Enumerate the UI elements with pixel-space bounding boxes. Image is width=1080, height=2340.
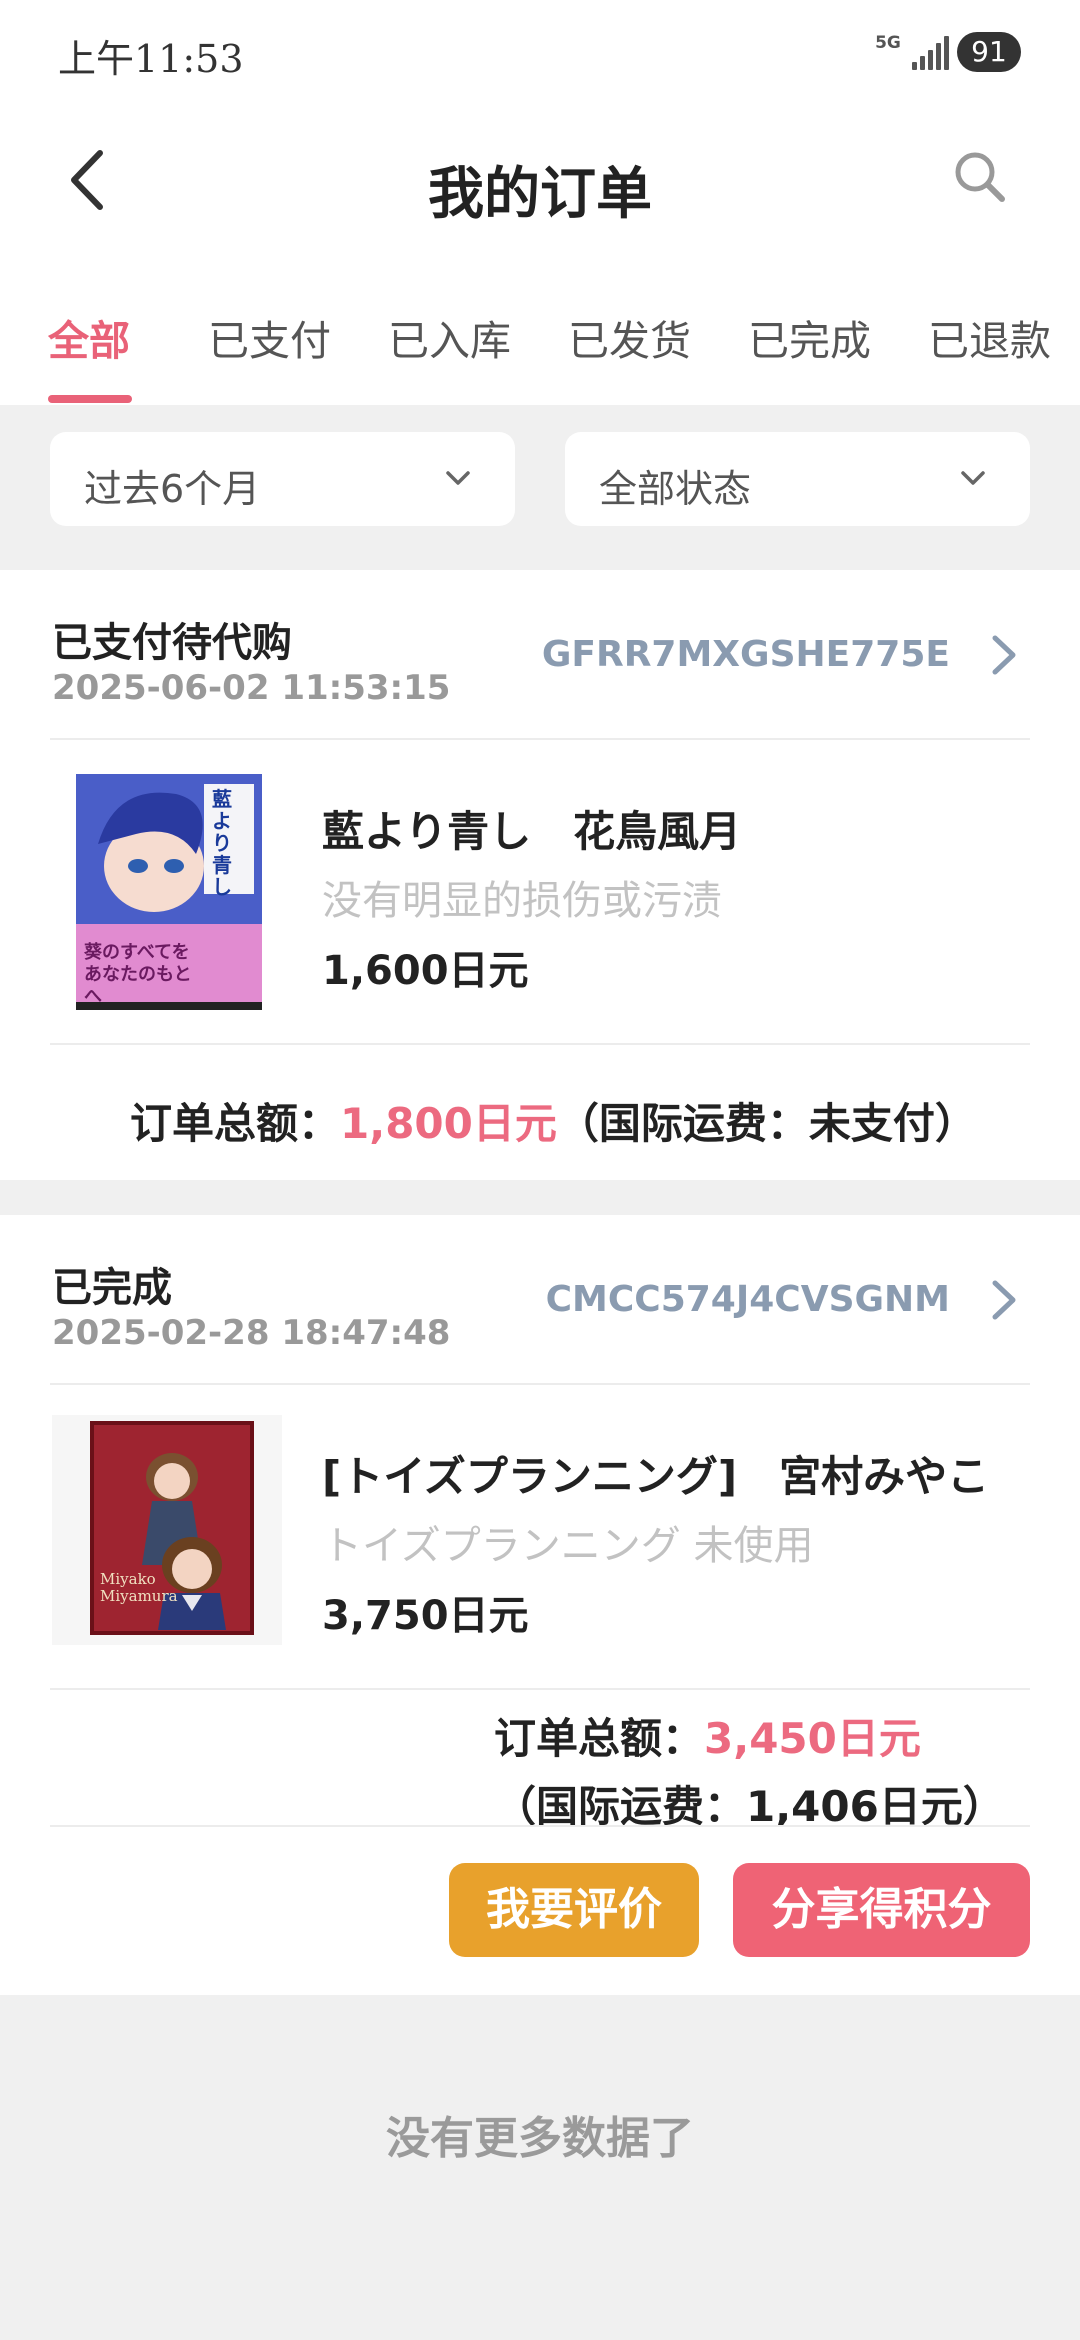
thumbnail-caption: Miyako Miyamura bbox=[100, 1570, 178, 1605]
divider bbox=[50, 1043, 1030, 1045]
order-card: 已支付待代购 2025-06-02 11:53:15 GFRR7MXGSHE77… bbox=[0, 570, 1080, 1180]
order-total-label: 订单总额： bbox=[130, 1099, 341, 1148]
no-more-data-text: 没有更多数据了 bbox=[386, 2113, 694, 2164]
network-indicator: 5G bbox=[875, 33, 901, 53]
thumbnail-title: 藍より青し bbox=[212, 787, 232, 899]
active-tab-indicator bbox=[48, 395, 132, 403]
order-date: 2025-02-28 18:47:48 bbox=[52, 1313, 451, 1353]
tab-in-warehouse[interactable]: 已入库 bbox=[388, 307, 511, 367]
item-thumbnail[interactable]: 藍より青し 葵のすべてを あなたのもとへ bbox=[76, 774, 262, 1010]
review-button[interactable]: 我要评价 bbox=[449, 1863, 699, 1957]
order-id-link[interactable]: GFRR7MXGSHE775E bbox=[542, 634, 950, 675]
search-icon[interactable] bbox=[950, 147, 1010, 207]
chevron-right-icon[interactable] bbox=[985, 1275, 1021, 1325]
chevron-right-icon[interactable] bbox=[985, 630, 1021, 680]
filter-bar: 过去6个月 全部状态 bbox=[0, 405, 1080, 570]
status-time: 上午11:53 bbox=[58, 37, 244, 81]
status-filter-dropdown[interactable]: 全部状态 bbox=[565, 432, 1030, 526]
page-title: 我的订单 bbox=[428, 162, 652, 227]
order-tabs: 全部 已支付 已入库 已发货 已完成 已退款 bbox=[0, 265, 1080, 405]
share-points-button[interactable]: 分享得积分 bbox=[733, 1863, 1030, 1957]
tab-completed[interactable]: 已完成 bbox=[748, 307, 871, 367]
period-filter-dropdown[interactable]: 过去6个月 bbox=[50, 432, 515, 526]
signal-icon bbox=[912, 36, 949, 70]
nav-bar: 我的订单 bbox=[0, 105, 1080, 265]
order-card: 已完成 2025-02-28 18:47:48 CMCC574J4CVSGNM … bbox=[0, 1215, 1080, 1995]
tab-paid[interactable]: 已支付 bbox=[208, 307, 331, 367]
item-condition: 没有明显的损伤或污渍 bbox=[322, 878, 722, 924]
divider bbox=[50, 1383, 1030, 1385]
status-filter-label: 全部状态 bbox=[599, 467, 752, 511]
order-total-value: 3,450日元 bbox=[704, 1714, 921, 1763]
tab-refunded[interactable]: 已退款 bbox=[928, 307, 1051, 367]
chevron-down-icon bbox=[446, 471, 470, 485]
shipping-fee: （国际运费：未支付） bbox=[556, 1099, 977, 1148]
divider bbox=[50, 1688, 1030, 1690]
item-thumbnail[interactable]: Miyako Miyamura bbox=[52, 1415, 282, 1645]
item-price: 3,750日元 bbox=[322, 1593, 529, 1639]
tab-all[interactable]: 全部 bbox=[48, 307, 130, 367]
chevron-down-icon bbox=[961, 471, 985, 485]
order-total-line: 订单总额：1,800日元（国际运费：未支付） bbox=[130, 1090, 977, 1151]
order-total-value: 1,800日元 bbox=[340, 1099, 557, 1148]
divider bbox=[50, 1825, 1030, 1827]
order-total-line: 订单总额：3,450日元 bbox=[494, 1705, 921, 1766]
order-status: 已支付待代购 bbox=[52, 620, 292, 666]
divider bbox=[50, 738, 1030, 740]
item-name[interactable]: 藍より青し 花鳥風月 bbox=[322, 798, 741, 859]
order-status: 已完成 bbox=[52, 1265, 172, 1311]
battery-icon: 91 bbox=[957, 32, 1021, 72]
order-date: 2025-06-02 11:53:15 bbox=[52, 668, 451, 708]
order-total-label: 订单总额： bbox=[494, 1714, 705, 1763]
period-filter-label: 过去6个月 bbox=[84, 467, 261, 511]
order-id-link[interactable]: CMCC574J4CVSGNM bbox=[546, 1279, 950, 1320]
thumbnail-caption: 葵のすべてを あなたのもとへ bbox=[84, 942, 192, 1007]
item-name[interactable]: [トイズプランニング] 宮村みやこ bbox=[322, 1443, 989, 1504]
item-condition: トイズプランニング 未使用 bbox=[322, 1523, 814, 1569]
item-price: 1,600日元 bbox=[322, 948, 529, 994]
tab-shipped[interactable]: 已发货 bbox=[568, 307, 691, 367]
status-bar: 上午11:53 5G 91 bbox=[0, 0, 1080, 105]
